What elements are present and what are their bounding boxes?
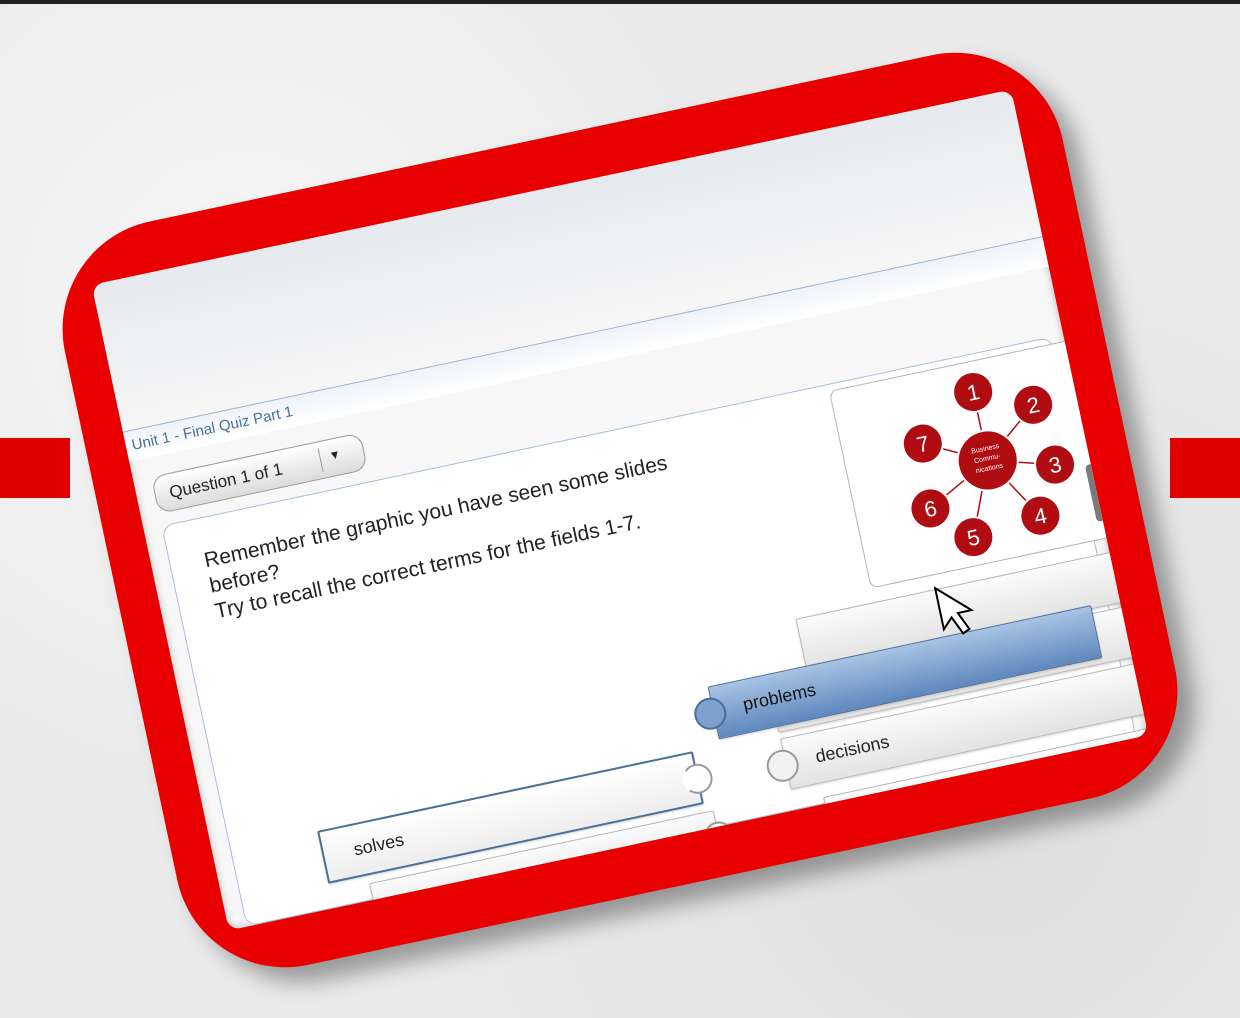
red-accent-bar-right [1170,438,1240,498]
puzzle-knob [763,746,802,785]
red-accent-bar-left [0,438,70,498]
tile-label: problems [741,679,818,715]
puzzle-knob [691,694,730,733]
question-selector-divider [317,448,324,473]
chevron-down-icon[interactable]: ▾ [330,446,340,464]
puzzle-socket [679,760,716,797]
tile-label: solves [351,829,406,860]
question-selector-label: Question 1 of 1 [167,459,285,503]
top-border [0,0,1240,4]
tile-label: decisions [813,731,892,767]
